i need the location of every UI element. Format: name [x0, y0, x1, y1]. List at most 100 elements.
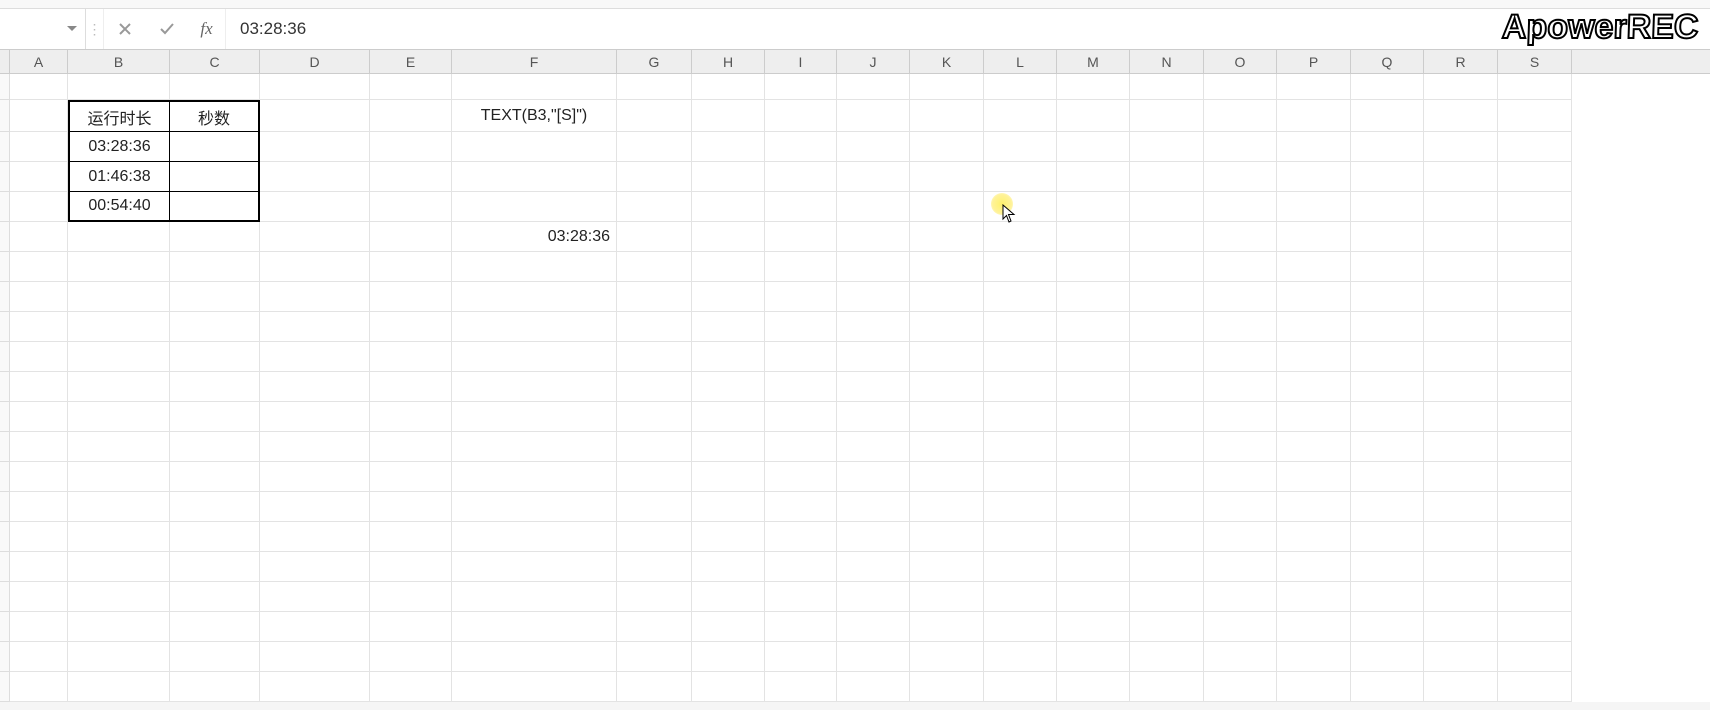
cell-L16[interactable] [984, 522, 1057, 552]
cell-R15[interactable] [1424, 492, 1498, 522]
cell-F19[interactable] [452, 612, 617, 642]
cell-J15[interactable] [837, 492, 910, 522]
cell-N1[interactable] [1130, 74, 1204, 100]
column-header-E[interactable]: E [370, 50, 452, 73]
cell-P15[interactable] [1277, 492, 1351, 522]
cell-L10[interactable] [984, 342, 1057, 372]
column-header-B[interactable]: B [68, 50, 170, 73]
cell-P13[interactable] [1277, 432, 1351, 462]
cell-K10[interactable] [910, 342, 984, 372]
cell-B13[interactable] [68, 432, 170, 462]
cell-H2[interactable] [692, 100, 765, 132]
cell-F10[interactable] [452, 342, 617, 372]
cell-G2[interactable] [617, 100, 692, 132]
cell-I7[interactable] [765, 252, 837, 282]
cell-B8[interactable] [68, 282, 170, 312]
cell-E17[interactable] [370, 552, 452, 582]
cell-A20[interactable] [10, 642, 68, 672]
cell-J20[interactable] [837, 642, 910, 672]
cell-G11[interactable] [617, 372, 692, 402]
cell-H21[interactable] [692, 672, 765, 702]
cell-D14[interactable] [260, 462, 370, 492]
cell-E12[interactable] [370, 402, 452, 432]
cell-H13[interactable] [692, 432, 765, 462]
cell-C13[interactable] [170, 432, 260, 462]
cell-M17[interactable] [1057, 552, 1130, 582]
cell-B20[interactable] [68, 642, 170, 672]
cell-A1[interactable] [10, 74, 68, 100]
cell-N9[interactable] [1130, 312, 1204, 342]
cell-J9[interactable] [837, 312, 910, 342]
cell-P21[interactable] [1277, 672, 1351, 702]
cell-D8[interactable] [260, 282, 370, 312]
cell-K1[interactable] [910, 74, 984, 100]
column-header-P[interactable]: P [1277, 50, 1351, 73]
column-header-H[interactable]: H [692, 50, 765, 73]
cell-P8[interactable] [1277, 282, 1351, 312]
cell-F20[interactable] [452, 642, 617, 672]
cell-N11[interactable] [1130, 372, 1204, 402]
cell-K17[interactable] [910, 552, 984, 582]
cell-C1[interactable] [170, 74, 260, 100]
cell-E5[interactable] [370, 192, 452, 222]
cell-H9[interactable] [692, 312, 765, 342]
cell-Q20[interactable] [1351, 642, 1424, 672]
cell-D4[interactable] [260, 162, 370, 192]
cell-Q11[interactable] [1351, 372, 1424, 402]
cell-F13[interactable] [452, 432, 617, 462]
cell-R4[interactable] [1424, 162, 1498, 192]
column-header-F[interactable]: F [452, 50, 617, 73]
cell-B19[interactable] [68, 612, 170, 642]
cell-D11[interactable] [260, 372, 370, 402]
cell-C19[interactable] [170, 612, 260, 642]
cell-L8[interactable] [984, 282, 1057, 312]
cell-D9[interactable] [260, 312, 370, 342]
cell-S10[interactable] [1498, 342, 1572, 372]
cell-G14[interactable] [617, 462, 692, 492]
cell-G15[interactable] [617, 492, 692, 522]
cell-S2[interactable] [1498, 100, 1572, 132]
cell-O18[interactable] [1204, 582, 1277, 612]
cell-H10[interactable] [692, 342, 765, 372]
column-header-A[interactable]: A [10, 50, 68, 73]
column-header-D[interactable]: D [260, 50, 370, 73]
cell-O6[interactable] [1204, 222, 1277, 252]
cell-F8[interactable] [452, 282, 617, 312]
cell-J2[interactable] [837, 100, 910, 132]
cell-O2[interactable] [1204, 100, 1277, 132]
cell-A12[interactable] [10, 402, 68, 432]
cell-H7[interactable] [692, 252, 765, 282]
cell-I8[interactable] [765, 282, 837, 312]
cell-Q7[interactable] [1351, 252, 1424, 282]
cell-P4[interactable] [1277, 162, 1351, 192]
cell-H12[interactable] [692, 402, 765, 432]
cell-S4[interactable] [1498, 162, 1572, 192]
column-header-L[interactable]: L [984, 50, 1057, 73]
cell-G1[interactable] [617, 74, 692, 100]
column-header-K[interactable]: K [910, 50, 984, 73]
cell-H8[interactable] [692, 282, 765, 312]
cell-E11[interactable] [370, 372, 452, 402]
cell-K19[interactable] [910, 612, 984, 642]
cell-J19[interactable] [837, 612, 910, 642]
cell-D19[interactable] [260, 612, 370, 642]
cell-M1[interactable] [1057, 74, 1130, 100]
cell-A9[interactable] [10, 312, 68, 342]
cell-D18[interactable] [260, 582, 370, 612]
cell-S15[interactable] [1498, 492, 1572, 522]
cell-K6[interactable] [910, 222, 984, 252]
cell-F3[interactable] [452, 132, 617, 162]
cell-I3[interactable] [765, 132, 837, 162]
cell-J16[interactable] [837, 522, 910, 552]
cell-M14[interactable] [1057, 462, 1130, 492]
cell-R21[interactable] [1424, 672, 1498, 702]
cell-G3[interactable] [617, 132, 692, 162]
cell-J17[interactable] [837, 552, 910, 582]
cell-F7[interactable] [452, 252, 617, 282]
cell-L21[interactable] [984, 672, 1057, 702]
cell-Q5[interactable] [1351, 192, 1424, 222]
cell-E9[interactable] [370, 312, 452, 342]
cell-I21[interactable] [765, 672, 837, 702]
cell-O10[interactable] [1204, 342, 1277, 372]
cell-E8[interactable] [370, 282, 452, 312]
